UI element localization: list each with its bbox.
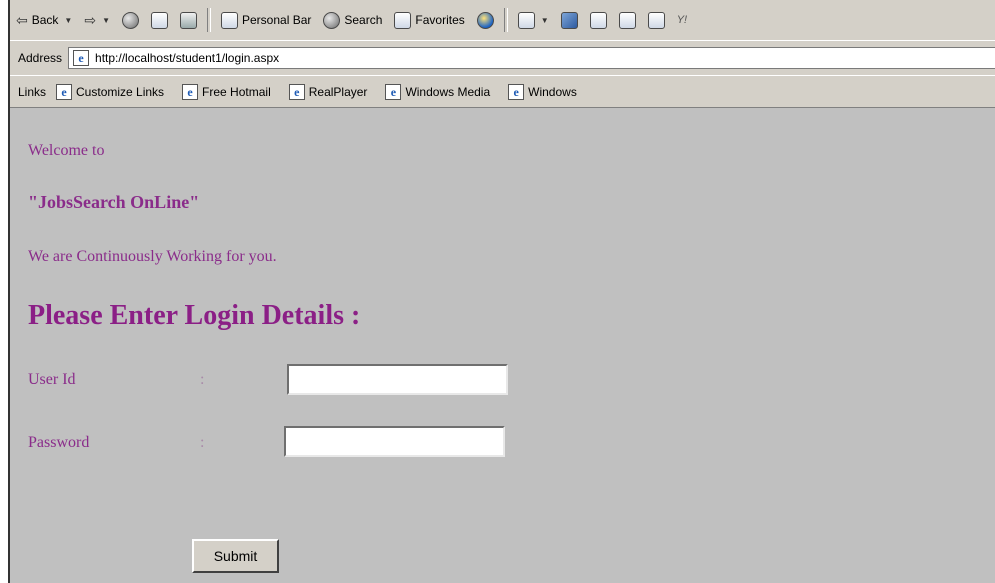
back-button[interactable]: ⇦ Back ▼ [10,7,78,33]
favorites-icon [394,11,412,29]
links-bar: Links e Customize Links e Free Hotmail e… [10,75,995,109]
search-button[interactable]: Search [317,7,388,33]
mail-icon [517,11,535,29]
edit-icon [589,11,607,29]
mail-dropdown-icon[interactable]: ▼ [541,16,549,25]
welcome-text: Welcome to [28,142,105,159]
link-free-hotmail[interactable]: e Free Hotmail [182,83,271,100]
ie-page-icon: e [73,50,90,66]
personal-bar-button[interactable]: Personal Bar [215,7,317,33]
ie-link-icon: e [385,83,402,100]
password-colon: : [200,434,205,451]
toolbar-separator [207,8,211,32]
forward-arrow-icon: ⇨ [84,11,97,28]
link-realplayer[interactable]: e RealPlayer [288,83,367,100]
refresh-button[interactable] [145,7,174,33]
link-windows-media[interactable]: e Windows Media [385,83,490,100]
standard-toolbar: ⇦ Back ▼ ⇨ ▼ Personal Bar Search Favorit… [10,0,995,41]
page-content: Welcome to "JobsSearch OnLine" We are Co… [10,108,995,583]
messenger-button[interactable] [642,7,671,33]
login-heading: Please Enter Login Details : [28,300,361,331]
toolbar-separator [503,8,508,32]
forward-button[interactable]: ⇨ ▼ [78,7,116,33]
discuss-button[interactable] [613,7,642,33]
address-label: Address [18,51,63,65]
print-icon [560,11,578,29]
history-button[interactable] [471,7,500,33]
print-button[interactable] [555,7,584,33]
ie-link-icon: e [288,83,305,100]
stop-icon [122,11,139,29]
messenger-icon [647,11,665,29]
link-windows[interactable]: e Windows [508,83,577,100]
address-input[interactable]: e http://localhost/student1/login.aspx [68,47,995,69]
user-id-input[interactable] [287,364,508,395]
user-id-colon: : [200,371,205,388]
password-input[interactable] [284,426,505,457]
back-dropdown-icon[interactable]: ▼ [64,16,72,25]
tagline-text: We are Continuously Working for you. [28,248,277,265]
search-icon [323,11,341,29]
favorites-button[interactable]: Favorites [388,7,470,33]
personal-bar-icon [221,11,238,29]
ie-link-icon: e [182,83,199,100]
user-id-label: User Id [28,371,76,388]
forward-dropdown-icon[interactable]: ▼ [102,16,110,25]
mail-button[interactable]: ▼ [512,7,555,33]
ie-link-icon: e [508,83,525,100]
home-icon [180,11,197,29]
links-label: Links [18,84,47,99]
submit-button[interactable]: Submit [192,539,279,573]
refresh-icon [151,11,168,29]
link-customize-links[interactable]: e Customize Links [56,83,164,100]
password-label: Password [28,434,90,451]
site-title: "JobsSearch OnLine" [28,192,200,212]
stop-button[interactable] [116,7,145,33]
history-icon [476,11,494,29]
browser-window: ⇦ Back ▼ ⇨ ▼ Personal Bar Search Favorit… [8,0,995,583]
back-arrow-icon: ⇦ [16,11,28,28]
home-button[interactable] [174,7,203,33]
yahoo-icon: Y! [676,14,688,26]
yahoo-button[interactable]: Y! [671,7,693,33]
edit-button[interactable] [584,7,613,33]
address-url[interactable]: http://localhost/student1/login.aspx [95,51,279,65]
discuss-icon [618,11,636,29]
address-bar: Address e http://localhost/student1/logi… [10,40,995,76]
ie-link-icon: e [56,83,73,100]
